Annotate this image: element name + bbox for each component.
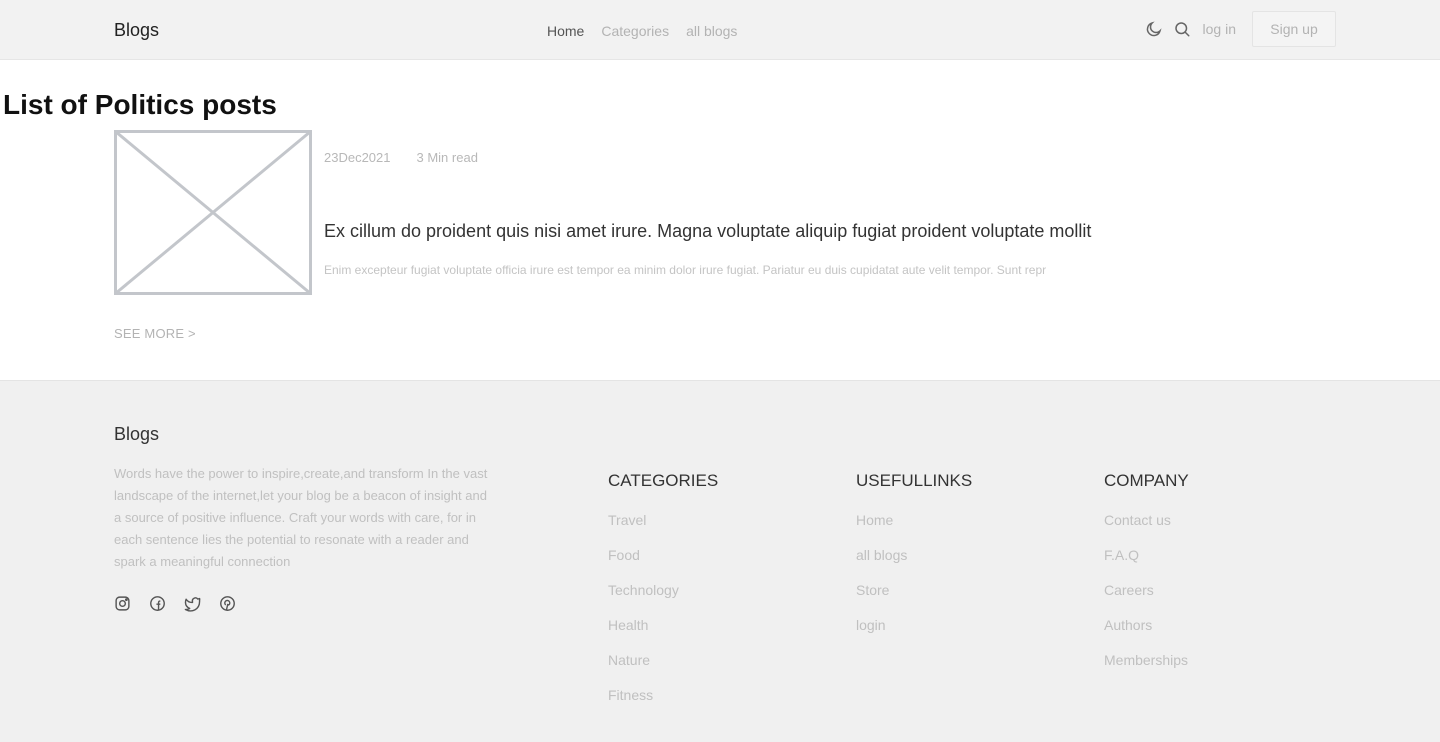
post-meta: 23Dec2021 3 Min read [324,150,478,165]
footer-company: COMPANY Contact us F.A.Q Careers Authors… [1104,471,1189,686]
footer-useful-links: USEFULLINKS Home all blogs Store login [856,471,972,651]
twitter-icon[interactable] [184,595,201,612]
footer-link-contact[interactable]: Contact us [1104,511,1189,546]
nav-home[interactable]: Home [547,23,584,39]
categories-heading: CATEGORIES [608,471,719,490]
nav-all-blogs[interactable]: all blogs [686,23,737,39]
site-footer: Blogs Words have the power to inspire,cr… [0,380,1440,742]
moon-icon[interactable] [1141,10,1167,48]
image-placeholder-icon[interactable] [114,130,312,295]
footer-description: Words have the power to inspire,create,a… [114,466,488,569]
post-card[interactable]: 23Dec2021 3 Min read Ex cillum do proide… [114,130,1314,296]
signup-button[interactable]: Sign up [1252,11,1336,47]
post-date: 23Dec2021 [324,150,391,165]
footer-link-home[interactable]: Home [856,511,972,546]
post-read-time: 3 Min read [416,150,478,165]
login-link[interactable]: log in [1203,21,1236,37]
brand-logo[interactable]: Blogs [114,20,159,41]
header-actions: log in Sign up [1141,10,1336,48]
see-more-link[interactable]: SEE MORE > [114,326,196,341]
pinterest-icon[interactable] [219,595,236,612]
nav-categories[interactable]: Categories [601,23,669,39]
useful-links-heading: USEFULLINKS [856,471,973,490]
footer-link-faq[interactable]: F.A.Q [1104,546,1189,581]
footer-link-food[interactable]: Food [608,546,718,581]
footer-link-login[interactable]: login [856,616,972,651]
footer-categories: CATEGORIES Travel Food Technology Health… [608,471,718,721]
footer-link-fitness[interactable]: Fitness [608,686,718,721]
post-title[interactable]: Ex cillum do proident quis nisi amet iru… [324,221,1091,242]
footer-link-store[interactable]: Store [856,581,972,616]
footer-brand[interactable]: Blogs [114,424,159,445]
company-heading: COMPANY [1104,471,1189,490]
facebook-icon[interactable] [149,595,166,612]
footer-link-technology[interactable]: Technology [608,581,718,616]
footer-link-all-blogs[interactable]: all blogs [856,546,972,581]
social-links [114,595,236,612]
page-title: List of Politics posts [3,89,277,120]
footer-link-careers[interactable]: Careers [1104,581,1189,616]
footer-link-memberships[interactable]: Memberships [1104,651,1189,686]
footer-link-nature[interactable]: Nature [608,651,718,686]
search-icon[interactable] [1169,10,1195,48]
footer-link-health[interactable]: Health [608,616,718,651]
instagram-icon[interactable] [114,595,131,612]
footer-link-travel[interactable]: Travel [608,511,718,546]
site-header: Blogs Home Categories all blogs log in S… [0,0,1440,60]
footer-link-authors[interactable]: Authors [1104,616,1189,651]
main-nav: Home Categories all blogs [547,23,737,39]
post-excerpt: Enim excepteur fugiat voluptate officia … [324,263,1047,277]
